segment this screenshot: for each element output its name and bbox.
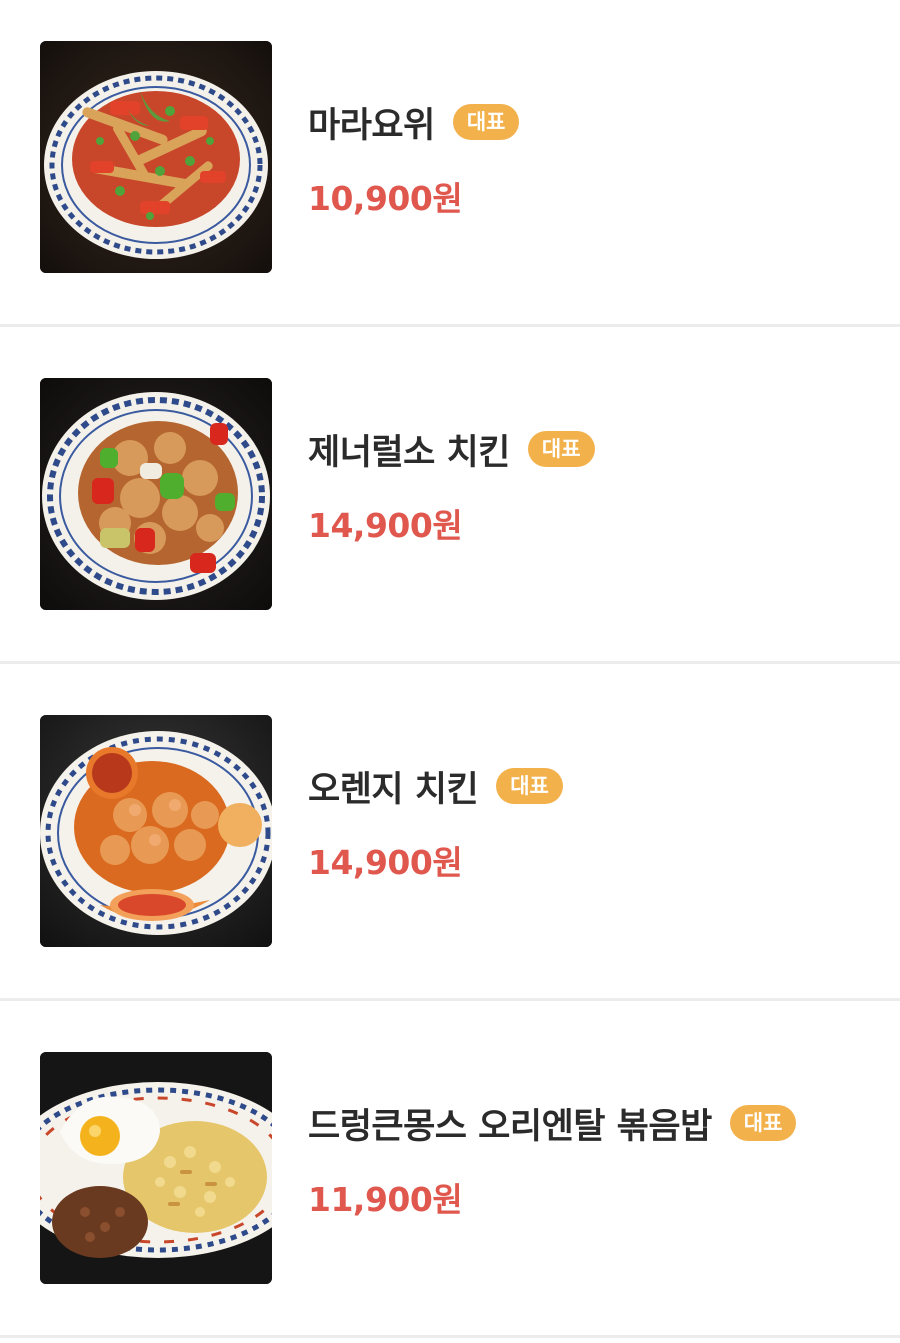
menu-item-fried-rice[interactable]: 드렁큰몽스 오리엔탈 볶음밥 대표 11,900원 [0,1001,900,1338]
signature-badge: 대표 [729,1105,797,1141]
menu-item-price: 14,900원 [308,506,463,545]
menu-item-name: 드렁큰몽스 오리엔탈 볶음밥 [308,1106,712,1147]
menu-item-info: 제너럴소 치킨 대표 14,900원 [308,429,595,547]
dish-photo[interactable] [40,378,272,610]
menu-item-info: 마라요위 대표 10,900원 [308,102,520,220]
dish-photo-general-tso-chicken-image [40,378,272,610]
dish-photo[interactable] [40,715,272,947]
signature-badge: 대표 [496,768,563,804]
name-row: 드렁큰몽스 오리엔탈 볶음밥 대표 [308,1103,797,1147]
menu-item-name: 제너럴소 치킨 [308,432,510,473]
menu-list: 마라요위 대표 10,900원 제너럴소 치킨 대표 14,900원 오렌지 치… [0,0,900,1343]
name-row: 마라요위 대표 [308,102,520,146]
menu-item-price: 10,900원 [308,179,463,218]
menu-item-info: 드렁큰몽스 오리엔탈 볶음밥 대표 11,900원 [308,1103,797,1221]
dish-photo[interactable] [40,1052,272,1284]
menu-item-general-tso-chicken[interactable]: 제너럴소 치킨 대표 14,900원 [0,327,900,664]
dish-photo-mala-fish-image [40,41,272,273]
menu-item-price: 14,900원 [308,843,463,882]
dish-photo-orange-chicken-image [40,715,272,947]
name-row: 오렌지 치킨 대표 [308,766,563,810]
dish-photo-fried-rice-image [40,1052,272,1284]
menu-item-info: 오렌지 치킨 대표 14,900원 [308,766,563,884]
name-row: 제너럴소 치킨 대표 [308,429,595,473]
menu-item-price: 11,900원 [308,1180,463,1219]
dish-photo[interactable] [40,41,272,273]
menu-item-name: 마라요위 [308,105,435,146]
signature-badge: 대표 [452,104,520,140]
menu-item-name: 오렌지 치킨 [308,769,479,810]
menu-item-mala-fish[interactable]: 마라요위 대표 10,900원 [0,0,900,327]
signature-badge: 대표 [527,431,595,467]
menu-item-orange-chicken[interactable]: 오렌지 치킨 대표 14,900원 [0,664,900,1001]
